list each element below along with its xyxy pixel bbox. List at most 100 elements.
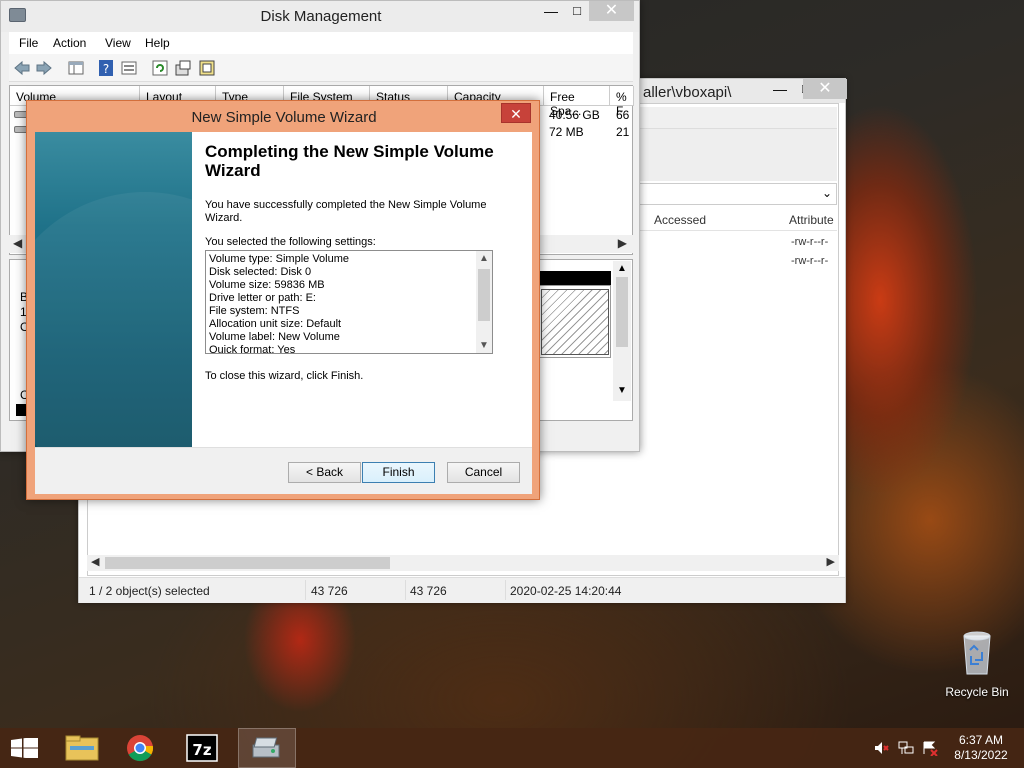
scroll-left-icon[interactable]: ◀ — [13, 236, 22, 250]
setting-line: Disk selected: Disk 0 — [209, 266, 312, 278]
properties-icon[interactable] — [120, 59, 138, 77]
finish-button[interactable]: Finish — [362, 462, 435, 483]
status-divider — [505, 580, 506, 600]
column-attribute[interactable]: Attribute — [789, 213, 834, 227]
recycle-bin-label: Recycle Bin — [945, 685, 1009, 699]
windows-start-icon[interactable] — [11, 738, 38, 758]
unallocated-hatch[interactable] — [541, 289, 609, 355]
chrome-icon — [127, 735, 154, 762]
clock-date: 8/13/2022 — [954, 748, 1008, 762]
banner-decoration — [35, 192, 192, 447]
cancel-button[interactable]: Cancel — [447, 462, 520, 483]
file-attr: -rw-r--r- — [791, 255, 829, 267]
setting-line: Quick format: Yes — [209, 344, 296, 354]
scrollbar-thumb[interactable] — [105, 557, 390, 569]
taskbar-disk-management[interactable] — [238, 728, 296, 768]
wizard-title: New Simple Volume Wizard — [191, 109, 377, 126]
explorer-close-button[interactable]: ✕ — [803, 79, 847, 99]
setting-line: Volume type: Simple Volume — [209, 253, 350, 265]
scroll-right-icon[interactable]: ▶ — [827, 555, 835, 568]
console-tree-icon[interactable] — [67, 59, 85, 77]
wizard-intro: You have successfully completed the New … — [205, 199, 487, 224]
system-clock[interactable]: 6:37 AM 8/13/2022 — [944, 733, 1018, 763]
wizard-button-bar: < Back Finish Cancel — [35, 447, 532, 494]
new-simple-volume-wizard: New Simple Volume Wizard ✕ Completing th… — [26, 100, 540, 500]
chevron-down-icon[interactable]: ⌄ — [822, 186, 832, 200]
scroll-down-icon[interactable]: ▼ — [617, 385, 627, 396]
explorer-column-header: Accessed Attribute — [639, 207, 837, 231]
partition-header-bar — [539, 271, 611, 285]
explorer-ribbon — [639, 107, 837, 129]
recycle-bin-icon — [963, 631, 991, 675]
wizard-close-button[interactable]: ✕ — [501, 103, 531, 123]
disk-management-title-bar[interactable]: Disk Management — □ ✕ — [1, 1, 639, 32]
rescan-disks-icon[interactable] — [174, 59, 192, 77]
scroll-left-icon[interactable]: ◀ — [91, 555, 99, 568]
status-date: 2020-02-25 14:20:44 — [510, 584, 622, 598]
scrollbar-thumb[interactable] — [478, 269, 490, 321]
close-button[interactable]: ✕ — [589, 1, 634, 21]
taskbar-7zip[interactable]: 7z — [176, 728, 228, 768]
setting-line: Allocation unit size: Default — [209, 318, 342, 330]
network-icon[interactable] — [898, 740, 914, 756]
percent-free-cell: 21 — [616, 125, 630, 139]
settings-label: You selected the following settings: — [205, 236, 376, 248]
menu-help[interactable]: Help — [145, 36, 170, 50]
settings-summary-box[interactable]: Volume type: Simple Volume Disk selected… — [205, 250, 493, 354]
menu-action[interactable]: Action — [53, 36, 86, 50]
wizard-heading: Completing the New Simple Volume Wizard — [205, 142, 494, 180]
action-center-icon[interactable] — [922, 740, 938, 756]
refresh-icon[interactable] — [151, 59, 169, 77]
scrollbar-thumb[interactable] — [616, 277, 628, 347]
setting-line: Volume label: New Volume — [209, 331, 340, 343]
setting-line: Drive letter or path: E: — [209, 292, 316, 304]
status-size: 43 726 — [311, 584, 348, 598]
explorer-minimize-button[interactable]: — — [767, 79, 793, 101]
back-arrow-icon[interactable] — [13, 59, 31, 77]
scroll-up-icon[interactable]: ▲ — [617, 263, 627, 274]
menu-view[interactable]: View — [105, 36, 131, 50]
explorer-status-bar: 1 / 2 object(s) selected 43 726 43 726 2… — [79, 577, 845, 603]
settings-list: Volume type: Simple Volume Disk selected… — [209, 253, 473, 354]
back-button[interactable]: < Back — [288, 462, 361, 483]
menu-file[interactable]: File — [19, 36, 38, 50]
taskbar-chrome[interactable] — [114, 728, 166, 768]
scroll-down-icon[interactable]: ▼ — [479, 340, 489, 351]
free-space-cell: 40.56 GB — [549, 108, 600, 122]
explorer-toolbar-area — [639, 129, 837, 181]
settings-scrollbar[interactable]: ▲ ▼ — [476, 251, 492, 353]
status-selection: 1 / 2 object(s) selected — [89, 584, 210, 598]
column-accessed[interactable]: Accessed — [654, 213, 706, 227]
scroll-up-icon[interactable]: ▲ — [479, 253, 489, 264]
svg-text:?: ? — [103, 62, 109, 76]
toolbar: ? — [9, 54, 633, 82]
explorer-horizontal-scrollbar[interactable]: ◀ ▶ — [87, 555, 839, 571]
scroll-right-icon[interactable]: ▶ — [618, 236, 627, 250]
folder-icon — [65, 735, 99, 761]
clock-time: 6:37 AM — [958, 733, 1004, 747]
forward-arrow-icon[interactable] — [35, 59, 53, 77]
wizard-content: Completing the New Simple Volume Wizard … — [192, 132, 532, 447]
volume-muted-icon[interactable] — [874, 740, 890, 756]
status-divider — [305, 580, 306, 600]
minimize-button[interactable]: — — [538, 3, 564, 25]
maximize-button[interactable]: □ — [564, 3, 590, 25]
explorer-title: aller\vboxapi\ — [643, 84, 732, 101]
graphical-view-scrollbar[interactable]: ▲ ▼ — [613, 261, 631, 401]
setting-line: Volume size: 59836 MB — [209, 279, 325, 291]
setting-line: File system: NTFS — [209, 305, 300, 317]
7zip-icon: 7z — [186, 734, 218, 762]
free-space-cell: 72 MB — [549, 125, 584, 139]
recycle-bin[interactable]: Recycle Bin — [940, 630, 1014, 699]
disk-properties-icon[interactable] — [198, 59, 216, 77]
file-attr: -rw-r--r- — [791, 236, 829, 248]
taskbar-file-explorer[interactable] — [56, 728, 108, 768]
percent-free-cell: 66 — [616, 108, 630, 122]
help-icon[interactable]: ? — [97, 59, 115, 77]
column-percent-free[interactable]: % F — [610, 86, 634, 118]
disk-management-icon — [252, 737, 280, 758]
taskbar: 7z 6:37 AM 8/13/2022 — [0, 728, 1024, 768]
svg-text:7z: 7z — [192, 741, 211, 759]
explorer-address-bar[interactable]: ⌄ — [639, 183, 837, 205]
column-free-space[interactable]: Free Spa... — [544, 86, 610, 118]
